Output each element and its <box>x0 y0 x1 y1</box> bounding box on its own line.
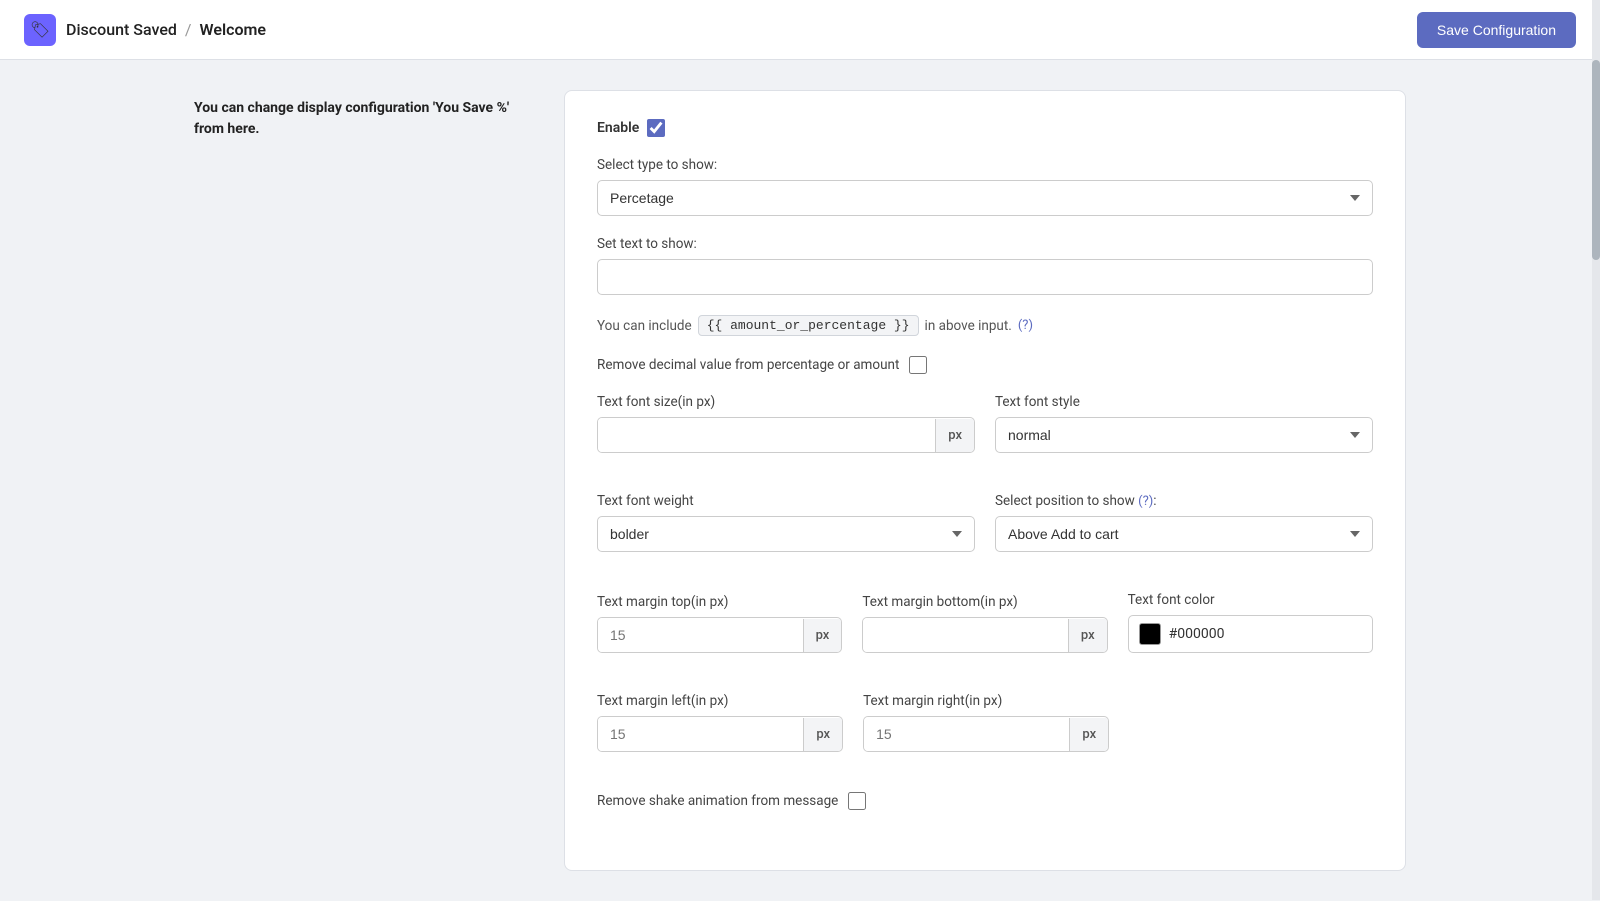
font-weight-dropdown[interactable]: normal bold bolder lighter <box>597 516 975 552</box>
margin-left-group: Text margin left(in px) px <box>597 693 843 752</box>
margin-right-group: Text margin right(in px) px <box>863 693 1109 752</box>
font-size-input[interactable]: 23 <box>598 418 935 452</box>
scroll-thumb[interactable] <box>1592 60 1600 260</box>
font-style-label: Text font style <box>995 394 1373 410</box>
margin-bottom-unit: px <box>1068 619 1107 652</box>
position-group: Select position to show (?): Above Add t… <box>995 493 1373 552</box>
include-prefix: You can include <box>597 318 692 334</box>
app-icon: 🏷 <box>24 14 56 46</box>
enable-checkbox[interactable] <box>647 119 665 137</box>
margin-bottom-label: Text margin bottom(in px) <box>862 594 1107 610</box>
margin-top-unit: px <box>803 619 842 652</box>
sidebar-description-text: You can change display configuration 'Yo… <box>194 98 534 140</box>
font-size-unit: px <box>935 419 974 452</box>
margin-left-input-wrap: px <box>597 716 843 752</box>
set-text-label: Set text to show: <box>597 236 1373 252</box>
margin-right-unit: px <box>1069 718 1108 751</box>
font-size-style-row: Text font size(in px) 23 px Text font st… <box>597 394 1373 473</box>
margin-left-unit: px <box>803 718 842 751</box>
header: 🏷 Discount Saved / Welcome Save Configur… <box>0 0 1600 60</box>
config-panel: Enable Select type to show: Percetage Am… <box>564 90 1406 871</box>
remove-shake-checkbox[interactable] <box>848 792 866 810</box>
include-suffix: in above input. <box>925 318 1012 334</box>
remove-shake-label: Remove shake animation from message <box>597 793 838 809</box>
font-weight-position-row: Text font weight normal bold bolder ligh… <box>597 493 1373 572</box>
enable-label: Enable <box>597 120 639 136</box>
breadcrumb-part2: Welcome <box>200 20 266 39</box>
margin-left-right-row: Text margin left(in px) px Text margin r… <box>597 693 1109 772</box>
margin-bottom-group: Text margin bottom(in px) 11 px <box>862 594 1107 653</box>
font-style-dropdown[interactable]: normal italic oblique <box>995 417 1373 453</box>
remove-decimal-label: Remove decimal value from percentage or … <box>597 357 899 373</box>
margin-top-group: Text margin top(in px) px <box>597 594 842 653</box>
breadcrumb-text: Discount Saved / Welcome <box>66 20 266 39</box>
main-content: You can change display configuration 'Yo… <box>170 60 1430 901</box>
set-text-group: Set text to show: You saved <box>597 236 1373 295</box>
margin-left-input[interactable] <box>598 717 803 751</box>
select-type-dropdown[interactable]: Percetage Amount Both <box>597 180 1373 216</box>
position-dropdown[interactable]: Above Add to cart Below Add to cart Afte… <box>995 516 1373 552</box>
app-icon-glyph: 🏷 <box>30 20 50 39</box>
margin-right-input[interactable] <box>864 717 1069 751</box>
set-text-input[interactable]: You saved <box>597 259 1373 295</box>
font-color-label: Text font color <box>1128 592 1373 608</box>
position-help-link[interactable]: (?) <box>1138 494 1153 509</box>
margin-top-bottom-color-row: Text margin top(in px) px Text margin bo… <box>597 592 1373 673</box>
font-color-input-wrap[interactable]: #000000 <box>1128 615 1373 653</box>
margin-bottom-input-wrap: 11 px <box>862 617 1107 653</box>
font-weight-label: Text font weight <box>597 493 975 509</box>
margin-top-input[interactable] <box>598 618 803 652</box>
enable-row: Enable <box>597 119 1373 137</box>
remove-decimal-checkbox[interactable] <box>909 356 927 374</box>
breadcrumb: 🏷 Discount Saved / Welcome <box>24 14 266 46</box>
breadcrumb-part1: Discount Saved <box>66 20 177 39</box>
font-size-group: Text font size(in px) 23 px <box>597 394 975 453</box>
margin-top-input-wrap: px <box>597 617 842 653</box>
remove-shake-row: Remove shake animation from message <box>597 792 1373 810</box>
color-swatch <box>1139 623 1161 645</box>
font-size-input-wrap: 23 px <box>597 417 975 453</box>
font-weight-group: Text font weight normal bold bolder ligh… <box>597 493 975 552</box>
remove-decimal-row: Remove decimal value from percentage or … <box>597 356 1373 374</box>
sidebar-description: You can change display configuration 'Yo… <box>194 90 534 871</box>
font-style-group: Text font style normal italic oblique <box>995 394 1373 453</box>
include-hint-row: You can include {{ amount_or_percentage … <box>597 315 1373 336</box>
select-type-group: Select type to show: Percetage Amount Bo… <box>597 157 1373 216</box>
include-code-tag: {{ amount_or_percentage }} <box>698 315 919 336</box>
select-type-label: Select type to show: <box>597 157 1373 173</box>
save-configuration-button[interactable]: Save Configuration <box>1417 12 1576 48</box>
breadcrumb-separator: / <box>185 20 192 39</box>
position-label: Select position to show (?): <box>995 493 1373 509</box>
font-color-group: Text font color #000000 <box>1128 592 1373 653</box>
include-help-link[interactable]: (?) <box>1018 318 1033 333</box>
scrollbar[interactable] <box>1592 0 1600 900</box>
font-size-label: Text font size(in px) <box>597 394 975 410</box>
margin-right-label: Text margin right(in px) <box>863 693 1109 709</box>
margin-top-label: Text margin top(in px) <box>597 594 842 610</box>
margin-left-label: Text margin left(in px) <box>597 693 843 709</box>
margin-right-input-wrap: px <box>863 716 1109 752</box>
margin-bottom-input[interactable]: 11 <box>863 618 1068 652</box>
color-value: #000000 <box>1169 626 1225 642</box>
